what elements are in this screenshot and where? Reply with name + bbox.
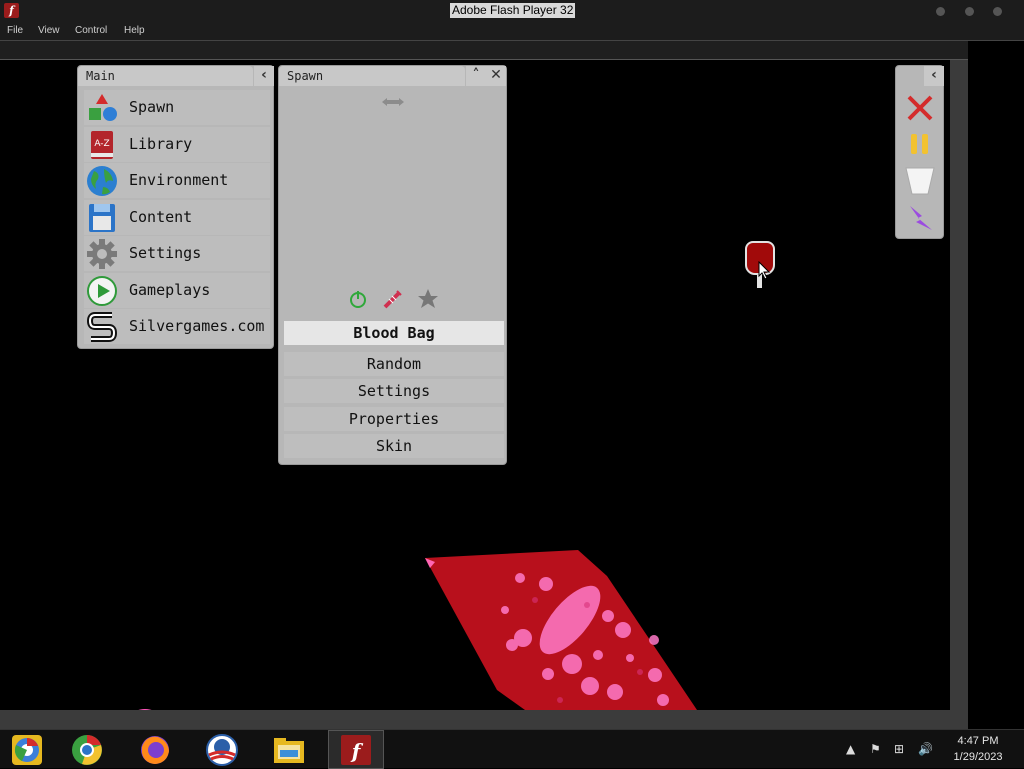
taskbar: f ▲ ⚑ ⊞ 🔊 4:47 PM 1/29/2023 xyxy=(0,729,1024,769)
spawn-skin-button[interactable]: Skin xyxy=(284,434,504,458)
stage-frame-top xyxy=(0,41,1024,60)
shapes-icon xyxy=(89,94,117,121)
main-item-label: Spawn xyxy=(129,98,175,116)
spawn-selected-item[interactable]: Blood Bag xyxy=(284,321,504,345)
spawn-panel: Spawn ˄ ✕ Blood Bag Random Settings Prop… xyxy=(278,65,507,465)
show-hidden-icons-icon[interactable]: ▲ xyxy=(846,742,855,756)
menu-bar: File View Control Help xyxy=(0,22,1024,41)
collapse-left-icon[interactable]: ‹ xyxy=(254,66,274,86)
spawn-random-button[interactable]: Random xyxy=(284,352,504,376)
clock-date: 1/29/2023 xyxy=(953,751,1003,763)
chrome-canary-icon[interactable] xyxy=(10,733,44,767)
menu-view[interactable]: View xyxy=(38,25,60,36)
stage-frame-right xyxy=(950,60,968,710)
tools-panel: ‹ xyxy=(895,65,944,239)
close-button[interactable] xyxy=(993,7,1002,16)
main-item-label: Library xyxy=(129,135,193,153)
game-stage[interactable]: Main ‹ Spawn A-Z Library Environment Con… xyxy=(0,60,950,710)
main-panel-title: Main xyxy=(78,66,253,86)
silvergames-logo-icon xyxy=(86,312,118,342)
menu-file[interactable]: File xyxy=(7,25,23,36)
main-item-label: Gameplays xyxy=(129,281,211,299)
action-center-flag-icon[interactable]: ⚑ xyxy=(870,742,881,756)
floppy-disk-icon xyxy=(89,204,115,232)
window-title: Adobe Flash Player 32 xyxy=(450,3,576,18)
menu-control[interactable]: Control xyxy=(75,25,107,36)
resize-arrow-icon[interactable] xyxy=(381,96,405,108)
spawn-panel-title: Spawn xyxy=(279,66,465,86)
maximize-button[interactable] xyxy=(965,7,974,16)
main-item-label: Content xyxy=(129,208,193,226)
obama-logo-icon[interactable] xyxy=(205,733,239,767)
title-bar: f Adobe Flash Player 32 xyxy=(0,0,1024,22)
power-icon[interactable] xyxy=(348,289,368,309)
main-item-library[interactable]: A-Z Library xyxy=(84,127,270,162)
stage-frame-outer xyxy=(968,41,1024,731)
stage-frame-bottom xyxy=(0,709,968,729)
gear-icon xyxy=(87,239,117,269)
file-explorer-icon[interactable] xyxy=(272,733,306,767)
main-item-spawn[interactable]: Spawn xyxy=(84,90,270,125)
globe-icon xyxy=(87,166,117,196)
svg-text:A-Z: A-Z xyxy=(94,139,109,149)
minimize-button[interactable] xyxy=(936,7,945,16)
mouse-cursor-icon xyxy=(758,261,771,280)
play-icon xyxy=(87,276,117,306)
main-item-label: Settings xyxy=(129,244,202,262)
main-item-label: Environment xyxy=(129,171,229,189)
spawn-properties-button[interactable]: Properties xyxy=(284,407,504,431)
main-panel: Main ‹ Spawn A-Z Library Environment Con… xyxy=(77,65,274,349)
main-item-content[interactable]: Content xyxy=(84,200,270,235)
menu-help[interactable]: Help xyxy=(124,25,145,36)
star-icon[interactable] xyxy=(417,288,439,310)
main-item-label: Silvergames.com xyxy=(129,317,265,335)
taskbar-clock[interactable]: 4:47 PM 1/29/2023 xyxy=(942,733,1014,765)
main-item-gameplays[interactable]: Gameplays xyxy=(84,273,270,308)
volume-icon[interactable]: 🔊 xyxy=(918,742,933,756)
delete-x-icon[interactable] xyxy=(906,94,934,122)
pause-icon[interactable] xyxy=(908,132,932,156)
close-panel-icon[interactable]: ✕ xyxy=(486,66,506,86)
lightning-icon[interactable] xyxy=(906,204,934,232)
main-item-silvergames[interactable]: Silvergames.com xyxy=(84,309,270,344)
main-item-settings[interactable]: Settings xyxy=(84,236,270,271)
flash-app-icon[interactable]: f xyxy=(4,3,19,18)
collapse-left-icon[interactable]: ‹ xyxy=(924,66,944,86)
book-icon: A-Z xyxy=(91,131,113,159)
flash-player-icon[interactable]: f xyxy=(339,733,373,767)
spawn-settings-button[interactable]: Settings xyxy=(284,379,504,403)
trash-bin-icon[interactable] xyxy=(905,166,935,196)
firefox-icon[interactable] xyxy=(138,733,172,767)
main-item-environment[interactable]: Environment xyxy=(84,163,270,198)
network-icon[interactable]: ⊞ xyxy=(894,742,904,756)
collapse-up-icon[interactable]: ˄ xyxy=(466,66,486,86)
clock-time: 4:47 PM xyxy=(957,735,999,747)
chrome-icon[interactable] xyxy=(70,733,104,767)
syringe-icon[interactable] xyxy=(383,289,403,309)
